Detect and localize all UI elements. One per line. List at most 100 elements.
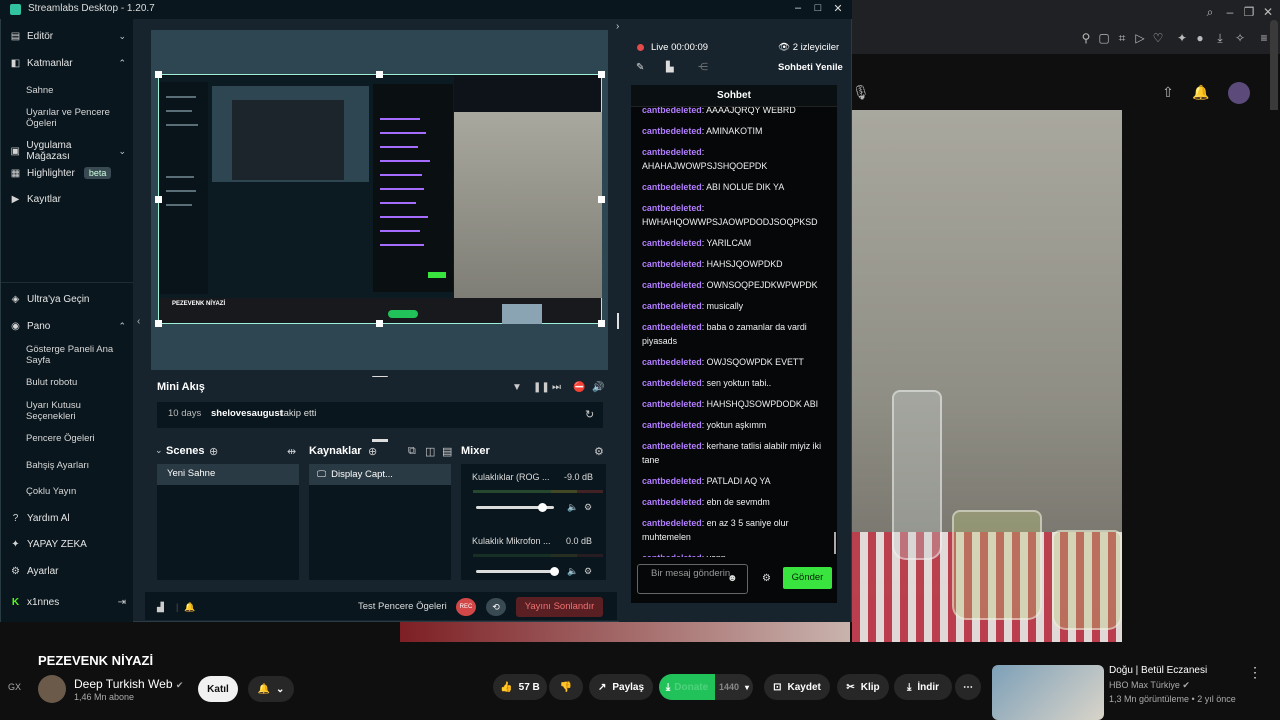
dislike-button[interactable]: 👎 bbox=[549, 674, 583, 700]
share-button[interactable]: ↗ Paylaş bbox=[589, 674, 653, 700]
channel-name[interactable]: Deep Turkish Web ✔ bbox=[74, 677, 183, 691]
search-icon[interactable]: ⌕ bbox=[1202, 4, 1218, 20]
resize-handle[interactable] bbox=[598, 71, 605, 78]
end-stream-button[interactable]: Yayını Sonlandır bbox=[516, 597, 603, 617]
replay-buffer-button[interactable]: ⟲ bbox=[486, 598, 506, 616]
bell-icon[interactable]: 🔔 bbox=[1192, 84, 1209, 100]
skip-icon[interactable]: ⏭ bbox=[552, 382, 561, 393]
chat-username[interactable]: cantbedeleted bbox=[642, 497, 702, 507]
bookmark-icon[interactable]: ⚲ bbox=[1078, 30, 1094, 46]
emoji-icon[interactable]: ☻ bbox=[727, 573, 738, 584]
chat-username[interactable]: cantbedeleted bbox=[642, 147, 702, 157]
join-button[interactable]: Katıl bbox=[198, 676, 238, 702]
chat-scrollbar[interactable] bbox=[834, 532, 836, 554]
record-button[interactable]: REC bbox=[456, 598, 476, 616]
profile-icon[interactable]: ● bbox=[1192, 30, 1208, 46]
mute-icon[interactable]: ⛔ bbox=[573, 382, 585, 393]
camera-icon[interactable]: ◫ bbox=[425, 445, 435, 458]
play-icon[interactable]: ▷ bbox=[1132, 30, 1148, 46]
volume-slider-knob[interactable] bbox=[550, 567, 559, 576]
sidebar-item-dashboard[interactable]: ◉ Pano ⌃ bbox=[10, 321, 126, 332]
more-button[interactable]: ⋯ bbox=[955, 674, 981, 700]
chat-username[interactable]: cantbedeleted bbox=[642, 322, 702, 332]
sidebar-item-ultra[interactable]: ◈ Ultra'ya Geçin bbox=[10, 294, 126, 305]
gear-icon[interactable]: ⚙ bbox=[594, 445, 604, 458]
close-button[interactable]: ✕ bbox=[831, 2, 845, 15]
chat-username[interactable]: cantbedeleted bbox=[642, 378, 702, 388]
chat-username[interactable]: cantbedeleted bbox=[642, 301, 702, 311]
test-widgets-link[interactable]: Test Pencere Ögeleri bbox=[358, 601, 447, 612]
add-scene-icon[interactable]: ⊕ bbox=[209, 445, 218, 458]
media-icon[interactable]: ▙ bbox=[666, 62, 674, 73]
sidebar-sub-tips[interactable]: Bahşiş Ayarları bbox=[26, 460, 126, 471]
chat-messages[interactable]: cantbedeleted: AAAAJQRQY WEBRD cantbedele… bbox=[631, 107, 837, 557]
chat-username[interactable]: cantbedeleted bbox=[642, 399, 702, 409]
crop-icon[interactable]: ⌗ bbox=[1114, 30, 1130, 46]
chat-username[interactable]: cantbedeleted bbox=[642, 280, 702, 290]
filter-icon[interactable]: ▼ bbox=[512, 382, 522, 393]
chat-username[interactable]: cantbedeleted bbox=[642, 420, 702, 430]
repeat-icon[interactable]: ↻ bbox=[585, 408, 594, 421]
chat-username[interactable]: cantbedeleted bbox=[642, 441, 702, 451]
notification-button[interactable]: 🔔 ⌄ bbox=[248, 676, 294, 702]
sidebar-sub-scene[interactable]: Sahne bbox=[26, 85, 126, 96]
chat-username[interactable]: cantbedeleted bbox=[642, 357, 702, 367]
avatar[interactable] bbox=[1228, 82, 1250, 104]
chat-username[interactable]: cantbedeleted bbox=[642, 203, 702, 213]
upload-icon[interactable]: ⇧ bbox=[1160, 84, 1176, 100]
bell-icon[interactable]: 🔔 bbox=[184, 602, 195, 613]
video-player[interactable] bbox=[852, 110, 1122, 642]
gear-icon[interactable]: ⚙ bbox=[584, 566, 592, 577]
resize-handle[interactable] bbox=[598, 196, 605, 203]
resize-handle[interactable] bbox=[155, 71, 162, 78]
sidebar-sub-dashboard-home[interactable]: Gösterge Paneli Ana Sayfa bbox=[26, 344, 126, 366]
chat-username[interactable]: cantbedeleted bbox=[642, 238, 702, 248]
pause-icon[interactable]: ❚❚ bbox=[533, 382, 550, 393]
download-icon[interactable]: ⤓ bbox=[1212, 30, 1228, 46]
channel-avatar[interactable] bbox=[38, 675, 66, 703]
restore-icon[interactable]: ❐ bbox=[1241, 4, 1257, 20]
download-button[interactable]: ⤓ İndir bbox=[894, 674, 952, 700]
resize-handle[interactable] bbox=[155, 196, 162, 203]
more-vert-icon[interactable]: ⋮ bbox=[1248, 664, 1262, 681]
resize-handle[interactable] bbox=[376, 320, 383, 327]
screenshot-icon[interactable]: ▢ bbox=[1096, 30, 1112, 46]
sidebar-sub-alerts[interactable]: Uyarılar ve Pencere Ögeleri bbox=[26, 107, 126, 129]
chat-username[interactable]: cantbedeleted bbox=[642, 518, 702, 528]
extension-button[interactable]: ⤓ Donate 1440 ▾ bbox=[659, 674, 753, 700]
recommended-thumbnail[interactable] bbox=[992, 665, 1104, 720]
sidebar-item-ai[interactable]: ✦ YAPAY ZEKA bbox=[10, 539, 126, 550]
recommended-title[interactable]: Doğu | Betül Eczanesi bbox=[1109, 665, 1207, 676]
speaker-icon[interactable]: 🔈 bbox=[567, 566, 578, 577]
sidebar-sub-widgets[interactable]: Pencere Ögeleri bbox=[26, 433, 126, 444]
sidebar-sub-multistream[interactable]: Çoklu Yayın bbox=[26, 486, 126, 497]
close-icon[interactable]: ✕ bbox=[1260, 4, 1276, 20]
sidebar-item-editor[interactable]: ▤ Editör ⌄ bbox=[10, 31, 126, 42]
refresh-chat-button[interactable]: Sohbeti Yenile bbox=[778, 62, 843, 73]
scene-item[interactable]: Yeni Sahne bbox=[157, 464, 299, 485]
sidebar-sub-alertbox[interactable]: Uyarı Kutusu Seçenekleri bbox=[26, 400, 126, 422]
clip-button[interactable]: ✂ Klip bbox=[837, 674, 889, 700]
resize-handle[interactable] bbox=[376, 71, 383, 78]
volume-icon[interactable]: 🔊 bbox=[592, 382, 604, 393]
chat-username[interactable]: cantbedeleted bbox=[642, 476, 702, 486]
window-icon[interactable]: ⧉ bbox=[408, 445, 416, 458]
chat-username[interactable]: cantbedeleted bbox=[642, 126, 702, 136]
like-button[interactable]: 👍 57 B bbox=[493, 674, 547, 700]
gear-icon[interactable]: ⚙ bbox=[584, 502, 592, 513]
chevron-down-icon[interactable]: ⌄ bbox=[155, 445, 163, 456]
chat-username[interactable]: cantbedeleted bbox=[642, 259, 702, 269]
stats-icon[interactable]: ▟ bbox=[157, 602, 164, 613]
share-icon[interactable]: ⋲ bbox=[698, 62, 708, 73]
scene-transition-icon[interactable]: ⇹ bbox=[287, 445, 296, 458]
sidebar-item-store[interactable]: ▣ Uygulama Mağazası ⌄ bbox=[10, 140, 126, 162]
minimize-button[interactable]: – bbox=[791, 2, 805, 14]
send-button[interactable]: Gönder bbox=[783, 567, 832, 589]
minimize-icon[interactable]: – bbox=[1222, 4, 1238, 20]
sidebar-item-account[interactable]: Kx1nnes ⇥ bbox=[10, 597, 126, 608]
sidebar-item-highlighter[interactable]: ▦ Highlighter beta bbox=[10, 167, 126, 179]
heart-icon[interactable]: ♡ bbox=[1150, 30, 1166, 46]
sidebar-item-help[interactable]: ? Yardım Al bbox=[10, 513, 126, 524]
source-item[interactable]: 🖵 Display Capt... bbox=[309, 464, 451, 485]
ai-icon[interactable]: ✧ bbox=[1232, 30, 1248, 46]
